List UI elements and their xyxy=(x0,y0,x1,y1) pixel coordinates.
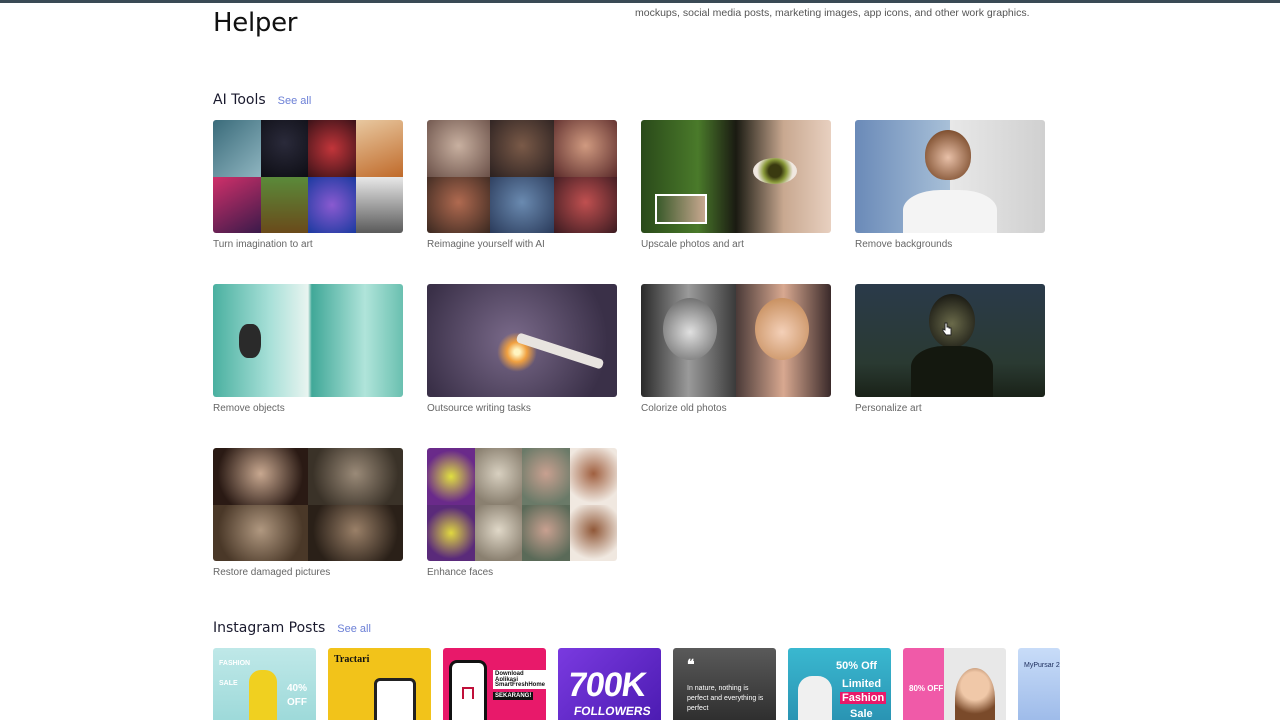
ig-card-text: Limited xyxy=(842,678,882,690)
ig-card-mypursar[interactable]: MyPursar 2 xyxy=(1018,648,1060,720)
phone-icon xyxy=(449,660,487,720)
ig-card-text: 50% Off xyxy=(836,660,877,672)
ig-card-fashion-50-off[interactable]: 50% Off Limited Fashion Sale xyxy=(788,648,891,720)
tool-label: Turn imagination to art xyxy=(213,239,313,250)
figure-shape xyxy=(249,670,277,720)
tool-label: Upscale photos and art xyxy=(641,239,744,250)
tool-thumbnail xyxy=(213,448,403,561)
top-border xyxy=(0,0,1280,3)
tool-thumbnail xyxy=(427,284,617,397)
ig-card-download-app[interactable]: Download Aplikasi SmartFreshHome SEKARAN… xyxy=(443,648,546,720)
ai-tools-see-all-link[interactable]: See all xyxy=(278,95,312,107)
tool-card-writing[interactable]: Outsource writing tasks xyxy=(427,284,617,414)
tool-thumbnail xyxy=(855,120,1045,233)
tool-label: Restore damaged pictures xyxy=(213,567,331,578)
ig-card-80-off[interactable]: 80% OFF xyxy=(903,648,1006,720)
ig-card-text: 40% OFF xyxy=(287,683,308,708)
ig-card-text: In nature, nothing is perfect and everyt… xyxy=(687,685,764,712)
instagram-title: Instagram Posts xyxy=(213,620,326,636)
tool-card-enhance-faces[interactable]: Enhance faces xyxy=(427,448,617,578)
tool-card-remove-backgrounds[interactable]: Remove backgrounds xyxy=(855,120,1045,250)
tool-thumbnail xyxy=(641,284,831,397)
tool-label: Outsource writing tasks xyxy=(427,403,531,414)
quote-icon: ❝ xyxy=(687,656,695,672)
tool-thumbnail xyxy=(213,120,403,233)
ig-card-fashion-sale[interactable]: FASHION SALE 40% OFF xyxy=(213,648,316,720)
tool-card-restore[interactable]: Restore damaged pictures xyxy=(213,448,403,578)
ig-card-text: Fashion xyxy=(840,692,887,704)
ig-card-text: Tractari xyxy=(334,654,370,665)
ig-card-text: 700K xyxy=(565,666,649,704)
tool-thumbnail xyxy=(213,284,403,397)
tool-thumbnail xyxy=(641,120,831,233)
ig-card-text: SEKARANG! xyxy=(493,692,534,700)
tool-label: Remove backgrounds xyxy=(855,239,953,250)
instagram-see-all-link[interactable]: See all xyxy=(337,623,371,635)
tool-label: Reimagine yourself with AI xyxy=(427,239,545,250)
tool-label: Personalize art xyxy=(855,403,922,414)
ig-card-tractari[interactable]: Tractari xyxy=(328,648,431,720)
ig-card-nature-quote[interactable]: ❝ In nature, nothing is perfect and ever… xyxy=(673,648,776,720)
tool-label: Colorize old photos xyxy=(641,403,727,414)
tool-thumbnail xyxy=(855,284,1045,397)
ai-tools-header: AI Tools See all xyxy=(213,92,311,108)
ig-card-text: MyPursar 2 xyxy=(1024,662,1060,669)
ig-card-700k-followers[interactable]: 700K FOLLOWERS xyxy=(558,648,661,720)
hand-cursor-icon xyxy=(942,322,952,336)
tool-card-colorize[interactable]: Colorize old photos xyxy=(641,284,831,414)
ig-card-text: Sale xyxy=(850,708,873,720)
figure-shape xyxy=(955,668,995,720)
ig-card-text: SmartFreshHome xyxy=(493,681,546,689)
tool-thumbnail xyxy=(427,448,617,561)
ig-card-text: FOLLOWERS xyxy=(573,704,652,718)
ig-card-text: SALE xyxy=(219,680,238,687)
home-icon xyxy=(462,687,474,699)
ig-card-text: 80% OFF xyxy=(909,684,944,693)
instagram-carousel: FASHION SALE 40% OFF Tractari Download A… xyxy=(213,648,1060,720)
ai-tools-title: AI Tools xyxy=(213,92,266,108)
tool-card-remove-objects[interactable]: Remove objects xyxy=(213,284,403,414)
tool-card-personalize-art[interactable]: Personalize art xyxy=(855,284,1045,414)
tool-card-upscale[interactable]: Upscale photos and art xyxy=(641,120,831,250)
page-title: Helper xyxy=(213,8,298,38)
tool-thumbnail xyxy=(427,120,617,233)
tool-label: Enhance faces xyxy=(427,567,494,578)
figure-shape xyxy=(798,676,832,720)
tool-card-reimagine-yourself[interactable]: Reimagine yourself with AI xyxy=(427,120,617,250)
ai-tools-grid: Turn imagination to art Reimagine yourse… xyxy=(213,120,1045,578)
ig-card-text: FASHION xyxy=(219,660,251,667)
instagram-header: Instagram Posts See all xyxy=(213,620,371,636)
tool-card-imagination-art[interactable]: Turn imagination to art xyxy=(213,120,403,250)
hero-description: mockups, social media posts, marketing i… xyxy=(635,7,1030,19)
tool-label: Remove objects xyxy=(213,403,285,414)
phone-icon xyxy=(374,678,416,720)
